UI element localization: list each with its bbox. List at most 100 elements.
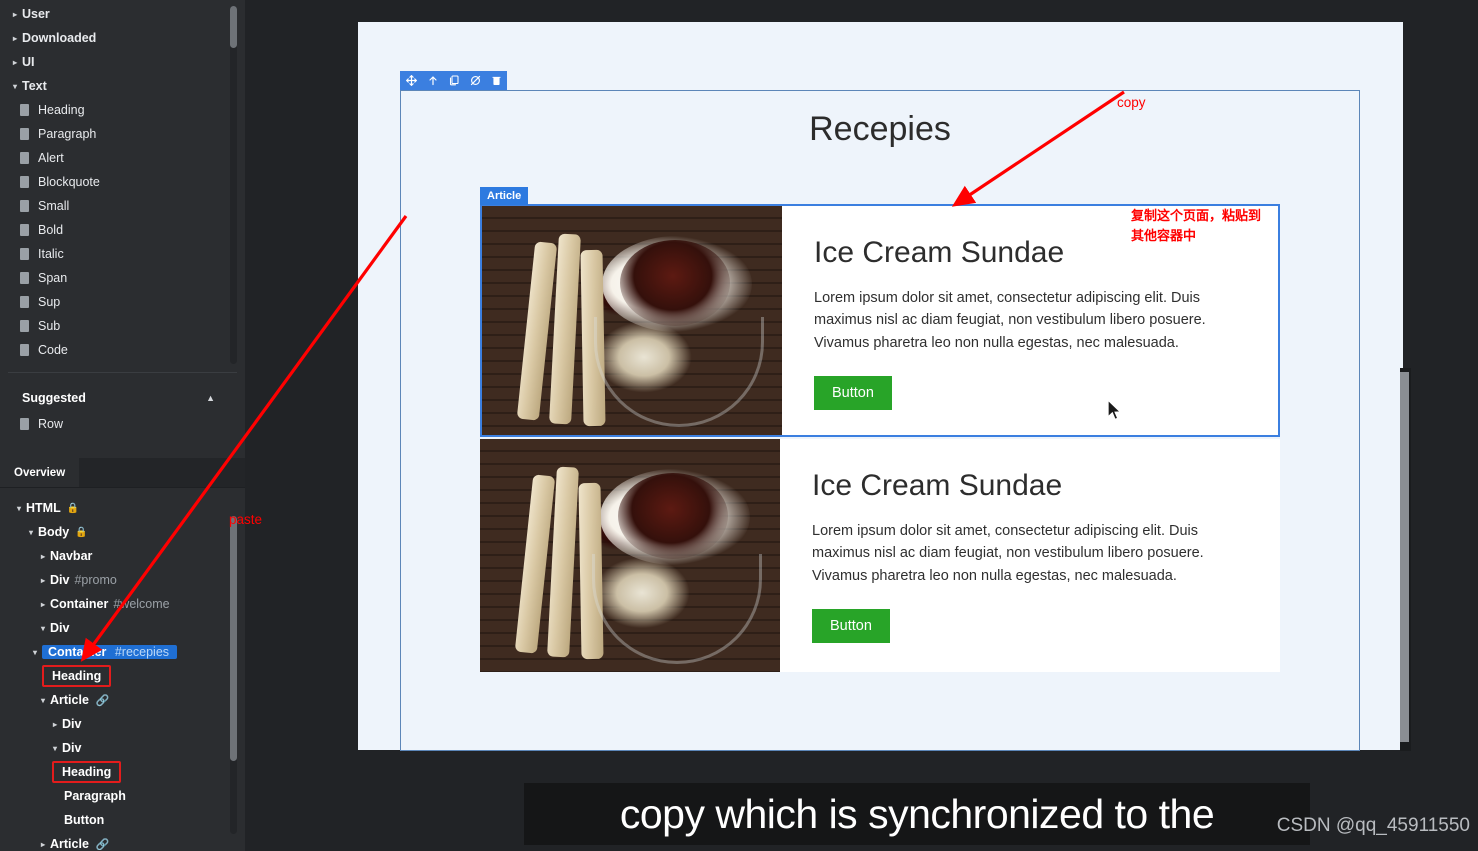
tree-node-selected-wrapper[interactable]: Container #recepies [42, 645, 178, 659]
block-icon [20, 152, 29, 164]
tree-node-div[interactable]: Div [0, 616, 245, 640]
chevron-right-icon[interactable] [8, 10, 22, 19]
tree-node-label: Paragraph [64, 789, 126, 803]
block-item-label: Sub [38, 319, 61, 333]
tree-node-div-promo[interactable]: Div #promo [0, 568, 245, 592]
block-category-label: Text [22, 79, 47, 93]
tree-node-id: #welcome [113, 597, 170, 611]
blocks-scrollbar-track[interactable] [230, 6, 237, 364]
block-item-label: Italic [38, 247, 64, 261]
lock-icon: 🔒 [75, 526, 88, 538]
block-item-label: Paragraph [38, 127, 97, 141]
tree-node-article-1[interactable]: Article 🔗 [0, 688, 245, 712]
block-icon [20, 296, 29, 308]
tree-node-highlight-box[interactable]: Heading [52, 761, 122, 783]
block-category-list: User Downloaded UI Text Heading [0, 0, 245, 362]
overview-scrollbar-track[interactable] [230, 516, 237, 834]
tree-node-heading-1[interactable]: Heading [0, 664, 245, 688]
block-item-sub[interactable]: Sub [0, 314, 245, 338]
article-button[interactable]: Button [814, 376, 892, 411]
canvas-scrollbar-thumb[interactable] [1400, 372, 1409, 742]
tree-node-button[interactable]: Button [0, 808, 245, 832]
block-item-code[interactable]: Code [0, 338, 245, 362]
canvas-area[interactable]: Recepies Article Ice Cream Sundae Lorem … [245, 0, 1478, 851]
tree-node-label: Div [50, 573, 70, 587]
glass-bowl-shape [594, 317, 764, 427]
overview-scrollbar-thumb[interactable] [230, 516, 237, 761]
page-frame[interactable]: Recepies Article Ice Cream Sundae Lorem … [358, 22, 1403, 751]
chevron-down-icon[interactable] [8, 82, 22, 91]
chinese-note: 复制这个页面，粘贴到 其他容器中 [1131, 206, 1291, 245]
overview-tabbar: Overview [0, 458, 245, 488]
tab-overview[interactable]: Overview [0, 458, 80, 487]
tree-node-label: Navbar [50, 549, 93, 563]
app-root: User Downloaded UI Text Heading [0, 0, 1478, 851]
move-icon[interactable] [405, 74, 418, 87]
block-category-user[interactable]: User [0, 2, 245, 26]
chevron-down-icon[interactable] [12, 504, 26, 513]
block-item-small[interactable]: Small [0, 194, 245, 218]
block-item-blockquote[interactable]: Blockquote [0, 170, 245, 194]
block-icon [20, 176, 29, 188]
select-parent-icon[interactable] [427, 74, 439, 87]
chevron-right-icon[interactable] [36, 840, 50, 849]
chevron-down-icon[interactable] [48, 744, 62, 753]
block-item-paragraph[interactable]: Paragraph [0, 122, 245, 146]
copy-icon[interactable] [448, 74, 460, 87]
paste-annotation-label: paste [229, 512, 263, 527]
tree-node-container-welcome[interactable]: Container #welcome [0, 592, 245, 616]
chevron-up-icon[interactable]: ▲ [206, 393, 215, 403]
block-item-alert[interactable]: Alert [0, 146, 245, 170]
chevron-right-icon[interactable] [36, 552, 50, 561]
block-item-italic[interactable]: Italic [0, 242, 245, 266]
chocolate-sauce-shape [620, 240, 730, 326]
chevron-right-icon[interactable] [36, 600, 50, 609]
tree-node-html[interactable]: HTML 🔒 [0, 496, 245, 520]
tree-node-label: Div [50, 621, 70, 635]
block-item-row[interactable]: Row [0, 412, 229, 436]
block-category-text[interactable]: Text [0, 74, 245, 98]
hide-icon[interactable] [469, 74, 482, 87]
suggested-section-header[interactable]: Suggested ▲ [0, 385, 229, 411]
tree-node-body[interactable]: Body 🔒 [0, 520, 245, 544]
tree-node-highlight-box[interactable]: Heading [42, 665, 112, 687]
block-category-ui[interactable]: UI [0, 50, 245, 74]
tree-node-label: Heading [52, 669, 102, 683]
chevron-down-icon[interactable] [36, 624, 50, 633]
suggested-title: Suggested [22, 391, 86, 405]
blocks-scrollbar-thumb[interactable] [230, 6, 237, 48]
tree-node-label: Div [62, 717, 82, 731]
sundae-image[interactable] [482, 206, 782, 435]
copy-annotation-label: copy [1117, 95, 1146, 110]
tree-node-div-inner-1[interactable]: Div [0, 712, 245, 736]
chevron-right-icon[interactable] [48, 720, 62, 729]
tree-node-container-recepies[interactable]: Container #recepies [0, 640, 245, 664]
article-paragraph[interactable]: Lorem ipsum dolor sit amet, consectetur … [814, 287, 1234, 354]
block-icon [20, 128, 29, 140]
block-item-span[interactable]: Span [0, 266, 245, 290]
tree-node-div-inner-2[interactable]: Div [0, 736, 245, 760]
link-icon: 🔗 [95, 838, 110, 851]
delete-icon[interactable] [491, 74, 502, 87]
tree-node-article-2[interactable]: Article 🔗 [0, 832, 245, 850]
tree-node-label: Container [48, 645, 107, 659]
chevron-right-icon[interactable] [8, 58, 22, 67]
chevron-down-icon[interactable] [24, 528, 38, 537]
chevron-right-icon[interactable] [8, 34, 22, 43]
element-toolbar[interactable] [400, 71, 507, 90]
block-item-label: Code [38, 343, 68, 357]
block-category-downloaded[interactable]: Downloaded [0, 26, 245, 50]
block-item-bold[interactable]: Bold [0, 218, 245, 242]
chinese-note-line-2: 其他容器中 [1131, 227, 1197, 243]
tree-node-label: Article [50, 837, 89, 850]
tree-node-navbar[interactable]: Navbar [0, 544, 245, 568]
block-item-sup[interactable]: Sup [0, 290, 245, 314]
chevron-down-icon[interactable] [28, 648, 42, 657]
tree-node-paragraph[interactable]: Paragraph [0, 784, 245, 808]
chevron-down-icon[interactable] [36, 696, 50, 705]
block-item-heading[interactable]: Heading [0, 98, 245, 122]
chevron-right-icon[interactable] [36, 576, 50, 585]
tree-node-heading-2[interactable]: Heading [0, 760, 245, 784]
tree-node-label: Button [64, 813, 105, 827]
block-icon [20, 224, 29, 236]
